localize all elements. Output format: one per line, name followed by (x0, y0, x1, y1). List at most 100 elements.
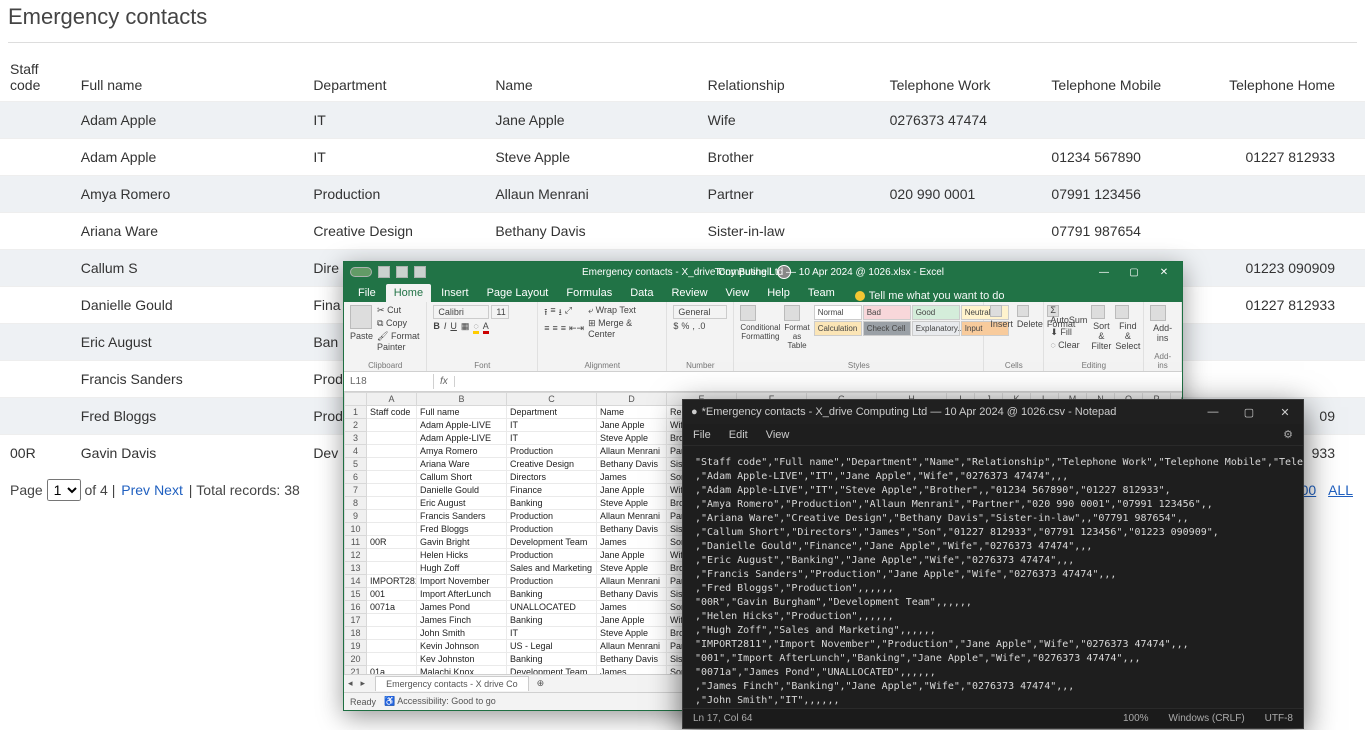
cell-style-option[interactable]: Good (912, 305, 960, 320)
fx-icon[interactable]: fx (434, 376, 455, 387)
sheet-nav-prev-icon[interactable]: ▸ (357, 678, 370, 689)
redo-icon[interactable] (414, 266, 426, 278)
sheet-nav-first-icon[interactable]: ◂ (344, 678, 357, 689)
name-box[interactable]: L18 (344, 374, 434, 389)
bold-icon[interactable]: B (433, 321, 440, 334)
border-icon[interactable]: ▦ (461, 321, 470, 334)
font-name-select[interactable]: Calibri (433, 305, 489, 319)
cond-format-icon[interactable] (740, 305, 756, 321)
copy-button[interactable]: ⧉ Copy (377, 318, 420, 329)
ribbon-tab-team[interactable]: Team (800, 284, 843, 302)
align-top-icon[interactable]: ⭱ (544, 305, 547, 321)
ribbon-tab-formulas[interactable]: Formulas (558, 284, 620, 302)
pager-all[interactable]: ALL (1328, 482, 1353, 498)
paste-icon[interactable] (350, 305, 372, 329)
align-left-icon[interactable]: ≡ (544, 323, 549, 334)
table-row[interactable]: Ariana WareCreative DesignBethany DavisS… (0, 213, 1365, 250)
minimize-icon[interactable]: — (1090, 262, 1118, 282)
col-department[interactable]: Department (303, 53, 485, 102)
ribbon-tab-help[interactable]: Help (759, 284, 798, 302)
addins-icon[interactable] (1150, 305, 1166, 321)
np-minimize-icon[interactable]: — (1195, 400, 1231, 424)
ribbon-tab-view[interactable]: View (718, 284, 758, 302)
font-color-icon[interactable]: A (483, 321, 489, 334)
ribbon-tab-review[interactable]: Review (663, 284, 715, 302)
percent-icon[interactable]: % (681, 321, 689, 331)
col-name[interactable]: Name (485, 53, 697, 102)
insert-icon[interactable] (990, 305, 1002, 317)
col-tel-home[interactable]: Telephone Home (1203, 53, 1365, 102)
cell-style-option[interactable]: Normal (814, 305, 862, 320)
col-staff-code[interactable]: Staff code (0, 53, 71, 102)
clear-button[interactable]: ◌ Clear (1050, 340, 1087, 350)
col-header[interactable]: D (597, 393, 667, 406)
np-maximize-icon[interactable]: ▢ (1231, 400, 1267, 424)
indent-icon[interactable]: ⇤⇥ (569, 323, 584, 334)
italic-icon[interactable]: I (444, 321, 447, 334)
pager-page-select[interactable]: 1 (47, 479, 81, 501)
tell-me-search[interactable]: Tell me what you want to do (855, 290, 1005, 302)
number-format-select[interactable]: General (673, 305, 727, 319)
excel-titlebar[interactable]: Emergency contacts - X_drive Computing L… (344, 262, 1182, 282)
align-bottom-icon[interactable]: ⭳ (559, 305, 562, 321)
autosum-button[interactable]: Σ AutoSum (1050, 305, 1087, 325)
np-close-icon[interactable]: ✕ (1267, 400, 1303, 424)
table-row[interactable]: Amya RomeroProductionAllaun MenraniPartn… (0, 176, 1365, 213)
inc-dec-icon[interactable]: .0 (698, 321, 706, 331)
notepad-titlebar[interactable]: ● *Emergency contacts - X_drive Computin… (683, 400, 1303, 424)
col-header[interactable]: B (417, 393, 507, 406)
format-painter-button[interactable]: 🖌 Format Painter (377, 331, 420, 352)
col-full-name[interactable]: Full name (71, 53, 304, 102)
ribbon-tab-insert[interactable]: Insert (433, 284, 477, 302)
col-header[interactable]: C (507, 393, 597, 406)
sort-filter-icon[interactable] (1091, 305, 1105, 319)
sheet-add-icon[interactable]: ⊕ (529, 678, 553, 689)
undo-icon[interactable] (396, 266, 408, 278)
ribbon-tab-page-layout[interactable]: Page Layout (479, 284, 557, 302)
pager-next[interactable]: Next (154, 482, 183, 498)
col-tel-mobile[interactable]: Telephone Mobile (1041, 53, 1203, 102)
fill-color-icon[interactable]: ◌ (473, 321, 478, 334)
comma-icon[interactable]: , (692, 321, 695, 331)
notepad-window[interactable]: ● *Emergency contacts - X_drive Computin… (682, 399, 1304, 729)
table-row[interactable]: Adam AppleITJane AppleWife0276373 47474 (0, 102, 1365, 139)
np-menu-view[interactable]: View (766, 429, 790, 441)
col-header[interactable]: A (367, 393, 417, 406)
cell-style-option[interactable]: Check Cell (863, 321, 911, 336)
col-relationship[interactable]: Relationship (698, 53, 880, 102)
cell-style-option[interactable]: Calculation (814, 321, 862, 336)
autosave-icon[interactable] (350, 267, 372, 277)
sheet-tab-active[interactable]: Emergency contacts - X drive Co (375, 676, 529, 691)
align-right-icon[interactable]: ≡ (561, 323, 566, 334)
format-table-icon[interactable] (784, 305, 800, 321)
find-select-icon[interactable] (1115, 305, 1129, 319)
ribbon-tab-data[interactable]: Data (622, 284, 661, 302)
merge-center-button[interactable]: ⊞ Merge & Center (588, 318, 660, 339)
save-icon[interactable] (378, 266, 390, 278)
wrap-text-button[interactable]: ⤶ Wrap Text (588, 305, 660, 316)
maximize-icon[interactable]: ▢ (1120, 262, 1148, 282)
align-center-icon[interactable]: ≡ (552, 323, 557, 334)
np-settings-icon[interactable]: ⚙ (1283, 428, 1293, 441)
np-menu-edit[interactable]: Edit (729, 429, 748, 441)
table-row[interactable]: Adam AppleITSteve AppleBrother01234 5678… (0, 139, 1365, 176)
col-tel-work[interactable]: Telephone Work (880, 53, 1042, 102)
fill-button[interactable]: ⬇ Fill (1050, 327, 1087, 338)
np-menu-file[interactable]: File (693, 429, 711, 441)
align-middle-icon[interactable]: ≡ (550, 305, 555, 321)
close-icon[interactable]: ✕ (1150, 262, 1178, 282)
currency-icon[interactable]: $ (673, 321, 678, 331)
pager-prev[interactable]: Prev (121, 482, 150, 498)
orientation-icon[interactable]: ⤢ (565, 305, 572, 321)
font-size-select[interactable]: 11 (491, 305, 509, 319)
cell-styles-gallery[interactable]: NormalBadGoodNeutralCalculationCheck Cel… (814, 305, 1009, 336)
notepad-text-area[interactable]: "Staff code","Full name","Department","N… (683, 446, 1303, 708)
cut-button[interactable]: ✂ Cut (377, 305, 420, 316)
ribbon-tab-file[interactable]: File (350, 284, 384, 302)
cell-style-option[interactable]: Explanatory... (912, 321, 960, 336)
formula-input[interactable] (455, 380, 1182, 384)
underline-icon[interactable]: U (450, 321, 457, 334)
ribbon-tab-home[interactable]: Home (386, 284, 431, 302)
cell-style-option[interactable]: Bad (863, 305, 911, 320)
delete-icon[interactable] (1017, 305, 1029, 317)
